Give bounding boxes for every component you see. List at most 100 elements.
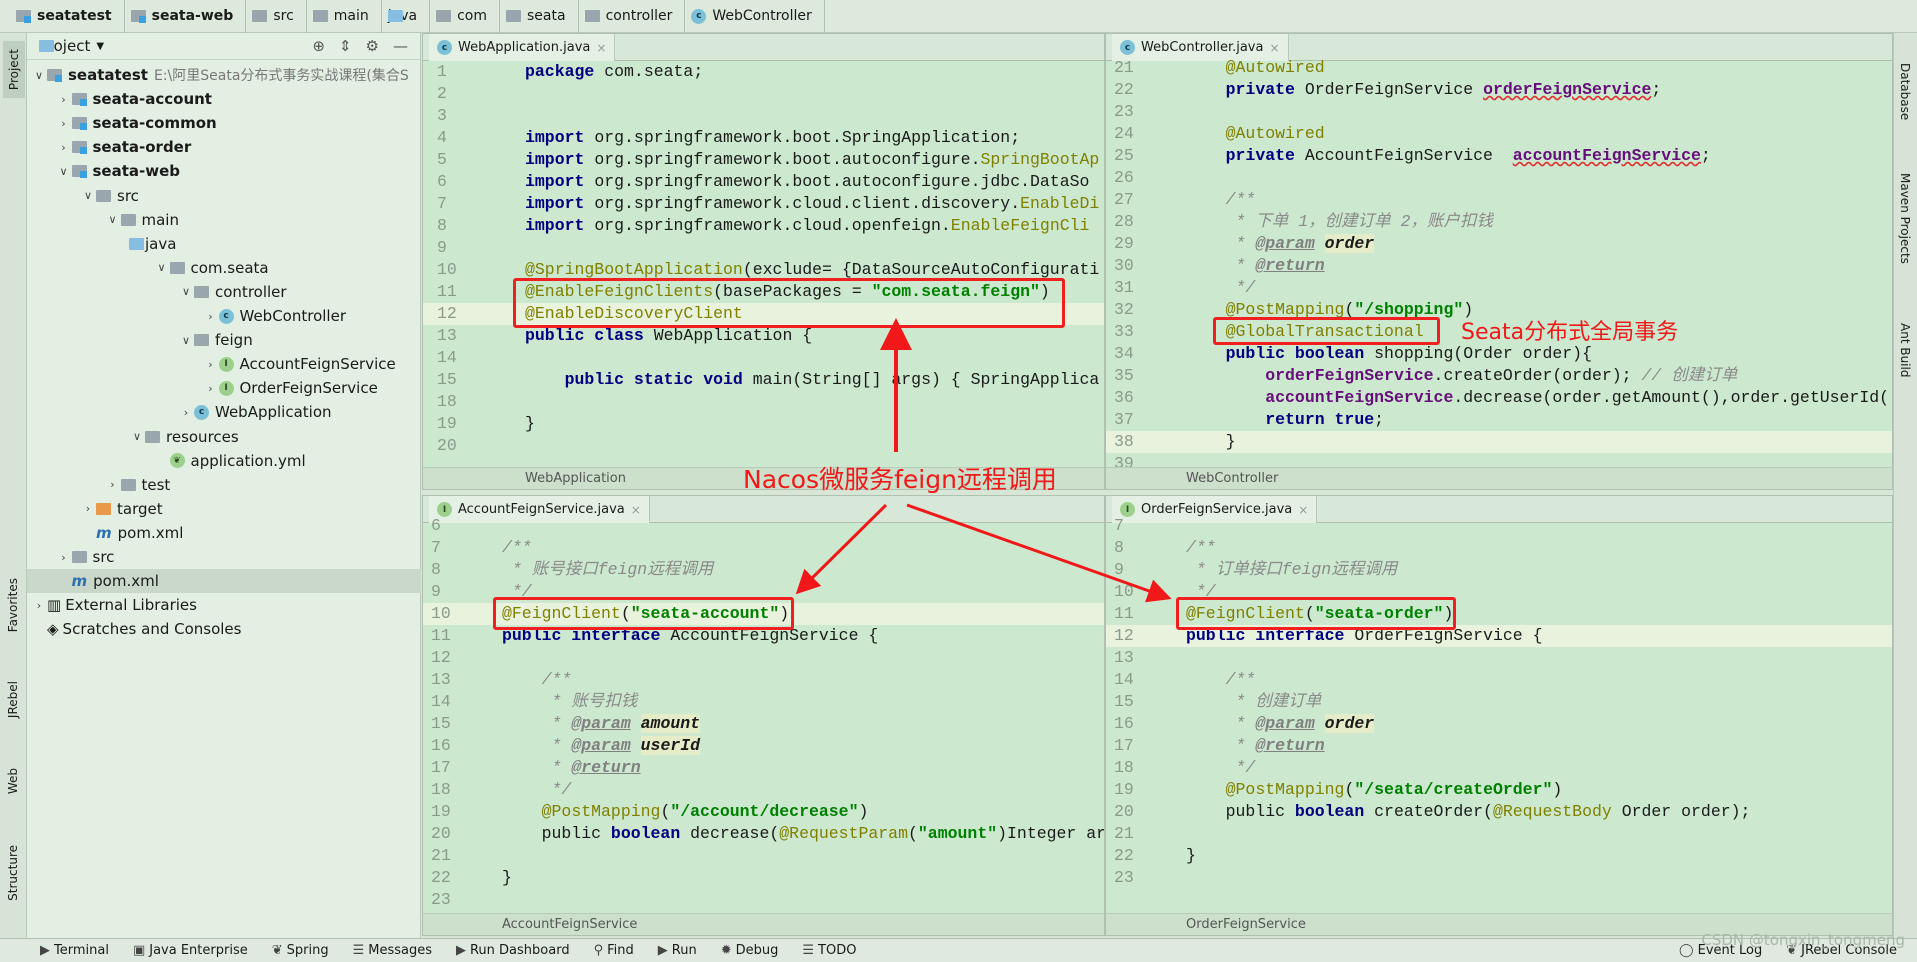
chevron-right-icon[interactable]: › xyxy=(56,551,72,564)
chevron-right-icon[interactable]: › xyxy=(56,93,72,106)
breadcrumb-item[interactable]: c WebController xyxy=(685,0,825,33)
chevron-down-icon[interactable]: ∨ xyxy=(154,261,170,274)
status-run-dashboard-button[interactable]: ▶ Run Dashboard xyxy=(456,943,570,958)
tree-item[interactable]: › target xyxy=(27,497,421,521)
breadcrumb-item[interactable]: src xyxy=(246,0,307,33)
breadcrumb-item[interactable]: java xyxy=(382,0,431,33)
chevron-down-icon[interactable]: ∨ xyxy=(178,334,194,347)
tree-item[interactable]: › c WebApplication xyxy=(27,400,421,424)
status-java-enterprise-button[interactable]: ▣ Java Enterprise xyxy=(133,943,248,958)
chevron-down-icon[interactable]: ∨ xyxy=(129,430,145,443)
breadcrumb-item[interactable]: controller xyxy=(579,0,686,33)
line-number: 23 xyxy=(1114,102,1134,121)
code-area[interactable]: 6 7/** 8 * 账号接口feign远程调用 9 */10 @FeignClient… xyxy=(423,516,1104,913)
chevron-right-icon[interactable]: › xyxy=(31,599,47,612)
locate-icon[interactable]: ⊕ xyxy=(312,37,325,55)
chevron-down-icon[interactable]: ∨ xyxy=(56,165,72,178)
breadcrumb-item[interactable]: seata xyxy=(500,0,579,33)
tree-item[interactable]: ◈ Scratches and Consoles xyxy=(27,617,421,641)
code-text: package com.seata; xyxy=(525,61,703,83)
chevron-right-icon[interactable]: › xyxy=(203,382,219,395)
tool-window-project[interactable]: Project xyxy=(3,41,25,99)
tree-item[interactable]: ∨ seata-web xyxy=(27,159,421,183)
tree-item[interactable]: › seata-common xyxy=(27,111,421,135)
breadcrumb-item[interactable]: seata-web xyxy=(125,0,247,33)
tree-item[interactable]: m pom.xml xyxy=(27,569,421,594)
code-area[interactable]: 21 @Autowired 22 private OrderFeignServic… xyxy=(1106,58,1892,473)
chevron-down-icon[interactable]: ∨ xyxy=(80,189,96,202)
code-token: boolean xyxy=(1294,802,1365,821)
chevron-right-icon[interactable]: › xyxy=(203,310,219,323)
tree-item[interactable]: › test xyxy=(27,473,421,497)
status-spring-button[interactable]: ❦ Spring xyxy=(272,943,329,958)
tool-window-maven-projects[interactable]: Maven Projects xyxy=(1898,173,1912,264)
editor-account-feign-service: I AccountFeignService.java × 6 7/** 8 * 账号接口f… xyxy=(422,495,1105,936)
close-icon[interactable]: × xyxy=(596,41,606,55)
chevron-right-icon[interactable]: › xyxy=(203,358,219,371)
status-terminal-button[interactable]: ▶ Terminal xyxy=(40,943,109,958)
folder-icon xyxy=(71,165,87,179)
status-debug-button[interactable]: ✹ Debug xyxy=(721,943,779,958)
chevron-right-icon[interactable]: › xyxy=(80,502,96,515)
tree-item[interactable]: ∨ feign xyxy=(27,328,421,352)
code-token: "/account/decrease" xyxy=(670,802,859,821)
line-number: 32 xyxy=(1114,300,1134,319)
tree-item[interactable]: ∨java xyxy=(27,232,421,256)
tree-item[interactable]: ∨ controller xyxy=(27,280,421,304)
tree-item[interactable]: › seata-order xyxy=(27,135,421,159)
tree-item[interactable]: › c WebController xyxy=(27,304,421,328)
status-messages-button[interactable]: ☰ Messages xyxy=(353,943,432,958)
tree-item[interactable]: › I OrderFeignService xyxy=(27,376,421,400)
code-token: @param xyxy=(1255,714,1315,733)
chevron-down-icon[interactable]: ∨ xyxy=(178,285,194,298)
code-line: 15 public static void main(String[] args… xyxy=(423,369,1104,391)
tree-item[interactable]: ∨ main xyxy=(27,208,421,232)
breadcrumb-label: main xyxy=(333,8,369,24)
code-text: import org.springframework.boot.autoconf… xyxy=(525,149,1099,171)
tree-item[interactable]: › I AccountFeignService xyxy=(27,352,421,376)
tree-item[interactable]: ❦ application.yml xyxy=(27,449,421,473)
status-todo-button[interactable]: ☰ TODO xyxy=(802,943,856,958)
module-folder-icon xyxy=(16,10,31,23)
chevron-down-icon[interactable]: ▼ xyxy=(96,41,104,52)
breadcrumb-item[interactable]: main xyxy=(307,0,382,33)
chevron-down-icon[interactable]: ∨ xyxy=(105,213,121,226)
tool-window-ant-build[interactable]: Ant Build xyxy=(1898,323,1912,377)
tool-window-favorites[interactable]: Favorites xyxy=(6,578,20,632)
tree-item[interactable]: › seata-account xyxy=(27,87,421,111)
folder-icon xyxy=(129,237,144,250)
chevron-right-icon[interactable]: › xyxy=(56,117,72,130)
right-tool-strip: Database Maven Projects Ant Build xyxy=(1893,33,1917,938)
editor-breadcrumb[interactable]: WebController xyxy=(1106,467,1892,489)
chevron-right-icon[interactable]: › xyxy=(178,406,194,419)
code-text: * 账号扣钱 xyxy=(502,691,638,713)
code-area[interactable]: 1 package com.seata; 2 3 4 import org.springf… xyxy=(423,61,1104,467)
tree-item[interactable]: ∨ seatatest E:\阿里Seata分布式事务实战课程(集合S xyxy=(27,63,421,87)
line-number: 20 xyxy=(431,824,451,843)
collapse-all-icon[interactable]: ⇕ xyxy=(339,37,352,55)
status-find-button[interactable]: ⚲ Find xyxy=(594,943,634,958)
tool-window-jrebel[interactable]: JRebel xyxy=(6,681,20,718)
tree-item[interactable]: ∨ resources xyxy=(27,425,421,449)
tool-window-structure[interactable]: Structure xyxy=(6,845,20,901)
code-area[interactable]: 7 8/** 9 * 订单接口feign远程调用 10 */11 @FeignClien… xyxy=(1106,516,1892,913)
status-run-button[interactable]: ▶ Run xyxy=(658,943,697,958)
tree-item[interactable]: › src xyxy=(27,545,421,569)
tool-window-database[interactable]: Database xyxy=(1898,63,1912,120)
tree-item[interactable]: ∨ src xyxy=(27,184,421,208)
breadcrumb-item[interactable]: com xyxy=(430,0,501,33)
editor-tab[interactable]: c WebApplication.java × xyxy=(429,34,616,61)
editor-breadcrumb[interactable]: AccountFeignService xyxy=(423,913,1104,935)
hide-icon[interactable]: — xyxy=(393,37,408,55)
close-icon[interactable]: × xyxy=(1269,41,1279,55)
chevron-right-icon[interactable]: › xyxy=(56,141,72,154)
code-token: public xyxy=(502,824,611,843)
tool-window-web[interactable]: Web xyxy=(6,768,20,794)
chevron-down-icon[interactable]: ∨ xyxy=(31,69,47,82)
gear-icon[interactable]: ⚙ xyxy=(366,37,379,55)
chevron-right-icon[interactable]: › xyxy=(105,478,121,491)
tree-item[interactable]: › ▥ External Libraries xyxy=(27,593,421,617)
breadcrumb-item[interactable]: seatatest xyxy=(10,0,125,33)
tree-item[interactable]: m pom.xml xyxy=(27,521,421,545)
tree-item[interactable]: ∨ com.seata xyxy=(27,256,421,280)
